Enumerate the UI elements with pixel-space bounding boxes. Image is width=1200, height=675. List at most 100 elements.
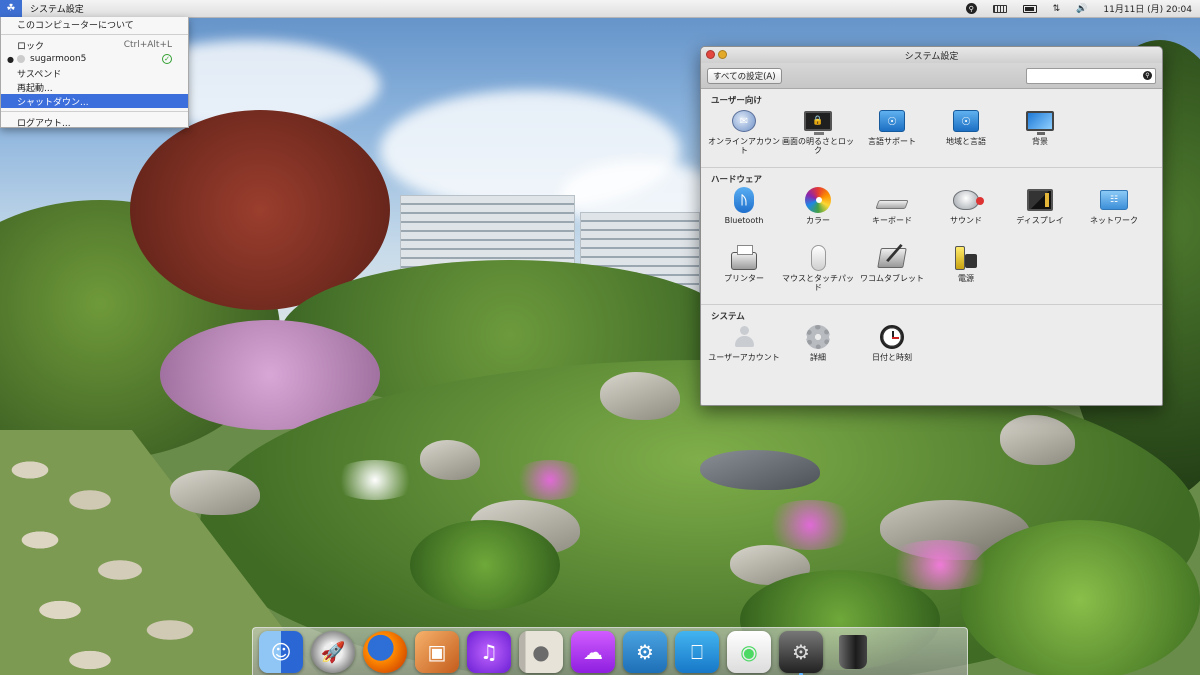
wallpaper-flowers bbox=[510, 460, 590, 500]
wallpaper-rock bbox=[420, 440, 480, 480]
region-language-icon: ☉ bbox=[953, 110, 979, 132]
pane-background[interactable]: 背景 bbox=[1003, 105, 1077, 163]
launchpad-icon: 🚀 bbox=[320, 640, 346, 664]
pane-label: ワコムタブレット bbox=[860, 274, 924, 283]
itunes-icon: ♫ bbox=[480, 640, 498, 664]
menu-item-suspend-label: サスペンド bbox=[17, 69, 62, 80]
status-network[interactable]: ⇅ bbox=[1045, 4, 1069, 14]
icloud-icon: ☁ bbox=[583, 640, 603, 664]
pane-row: ✉ オンラインアカウント 🔒 画面の明るさとロック ☉ 言語サポート ☉ 地域と… bbox=[701, 105, 1162, 163]
finder-icon: ☺ bbox=[270, 640, 292, 664]
menu-item-about-label: このコンピューターについて bbox=[17, 20, 134, 31]
pane-printer[interactable]: プリンター bbox=[707, 242, 781, 300]
status-battery[interactable] bbox=[1015, 4, 1045, 13]
bullet-icon: ● bbox=[7, 54, 14, 64]
dock-cydia[interactable]: ⚙ bbox=[623, 631, 667, 673]
dock-launchpad[interactable]: 🚀 bbox=[311, 631, 355, 673]
menu-item-logout[interactable]: ログアウト... bbox=[1, 115, 188, 129]
wallpaper-fern bbox=[960, 520, 1200, 675]
window-controls bbox=[706, 50, 727, 59]
menu-item-restart-label: 再起動... bbox=[17, 83, 53, 94]
pane-power[interactable]: 電源 bbox=[929, 242, 1003, 300]
dock-trash[interactable] bbox=[831, 631, 875, 673]
pane-keyboard[interactable]: キーボード bbox=[855, 184, 929, 242]
menu-item-shutdown[interactable]: シャットダウン... bbox=[1, 94, 188, 108]
top-menubar: ☘ システム設定 ⚲ ⇅ 🔊 11月11日 (月) 20:04 bbox=[0, 0, 1200, 18]
pane-mouse-touchpad[interactable]: マウスとタッチパッド bbox=[781, 242, 855, 300]
menu-item-logout-label: ログアウト... bbox=[17, 118, 71, 129]
pane-label: キーボード bbox=[872, 216, 912, 225]
menu-item-shutdown-label: シャットダウン... bbox=[17, 97, 89, 108]
status-volume[interactable]: 🔊 bbox=[1068, 4, 1095, 14]
dock-contacts[interactable]: ● bbox=[519, 631, 563, 673]
menu-item-lock-label: ロック bbox=[17, 41, 45, 52]
status-keyboard[interactable] bbox=[985, 4, 1015, 13]
pane-label: 言語サポート bbox=[868, 137, 916, 146]
system-logo-icon: ☘ bbox=[6, 3, 16, 14]
pane-network[interactable]: ☷ ネットワーク bbox=[1077, 184, 1151, 242]
pane-label: ディスプレイ bbox=[1016, 216, 1064, 225]
status-search[interactable]: ⚲ bbox=[958, 3, 985, 14]
user-accounts-icon bbox=[731, 326, 757, 348]
dock-icloud[interactable]: ☁ bbox=[571, 631, 615, 673]
dock-firefox[interactable] bbox=[363, 631, 407, 673]
pane-display[interactable]: ディスプレイ bbox=[1003, 184, 1077, 242]
menu-item-suspend[interactable]: サスペンド bbox=[1, 66, 188, 80]
keyboard-icon bbox=[992, 4, 1007, 13]
system-settings-window: システム設定 すべての設定(A) ⚲ ユーザー向け ✉ オンラインアカウント 🔒… bbox=[700, 46, 1163, 406]
pane-sound[interactable]: サウンド bbox=[929, 184, 1003, 242]
sound-icon bbox=[953, 190, 984, 210]
pane-brightness-lock[interactable]: 🔒 画面の明るさとロック bbox=[781, 105, 855, 163]
section-title-system: システム bbox=[711, 312, 745, 322]
pane-label: 地域と言語 bbox=[946, 137, 986, 146]
search-icon: ⚲ bbox=[1143, 70, 1152, 80]
pane-details[interactable]: 詳細 bbox=[781, 321, 855, 379]
window-titlebar[interactable]: システム設定 bbox=[701, 47, 1162, 63]
dock-toggle-settings[interactable]: ◉ bbox=[727, 631, 771, 673]
dock-itunes[interactable]: ♫ bbox=[467, 631, 511, 673]
pane-row: プリンター マウスとタッチパッド ワコムタブレット 電源 bbox=[701, 242, 1162, 300]
pane-wacom-tablet[interactable]: ワコムタブレット bbox=[855, 242, 929, 300]
wallpaper-flowers bbox=[330, 460, 420, 500]
volume-icon: 🔊 bbox=[1076, 3, 1088, 14]
pane-label: オンラインアカウント bbox=[708, 137, 780, 155]
status-area: ⚲ ⇅ 🔊 11月11日 (月) 20:04 bbox=[958, 0, 1200, 18]
active-app-title[interactable]: システム設定 bbox=[22, 2, 92, 15]
search-icon: ⚲ bbox=[965, 3, 977, 14]
pane-bluetooth[interactable]: ᚢ Bluetooth bbox=[707, 184, 781, 242]
dock-finder[interactable]: ☺ bbox=[259, 631, 303, 673]
lock-shortcut: Ctrl+Alt+L bbox=[123, 40, 172, 50]
pane-label: カラー bbox=[806, 216, 830, 225]
pane-row: ユーザーアカウント 詳細 日付と時刻 bbox=[701, 321, 1162, 379]
pane-label: 背景 bbox=[1032, 137, 1048, 146]
search-input[interactable] bbox=[1026, 67, 1156, 84]
system-menu-button[interactable]: ☘ bbox=[0, 0, 22, 18]
menu-item-user[interactable]: ● sugarmoon5 ✓ bbox=[1, 52, 188, 66]
menu-separator bbox=[1, 34, 188, 35]
menu-item-restart[interactable]: 再起動... bbox=[1, 80, 188, 94]
pane-color[interactable]: カラー bbox=[781, 184, 855, 242]
close-button[interactable] bbox=[706, 50, 715, 59]
trash-icon bbox=[839, 635, 867, 669]
bluetooth-icon: ᚢ bbox=[734, 187, 754, 213]
wallpaper-rock bbox=[700, 450, 820, 490]
dock-desktop[interactable]: ⎕ bbox=[675, 631, 719, 673]
pane-region-language[interactable]: ☉ 地域と言語 bbox=[929, 105, 1003, 163]
status-clock[interactable]: 11月11日 (月) 20:04 bbox=[1095, 2, 1200, 15]
check-icon: ✓ bbox=[162, 54, 172, 64]
menu-item-about[interactable]: このコンピューターについて bbox=[1, 17, 188, 31]
pane-user-accounts[interactable]: ユーザーアカウント bbox=[707, 321, 781, 379]
pane-label: 詳細 bbox=[810, 353, 826, 362]
pane-online-accounts[interactable]: ✉ オンラインアカウント bbox=[707, 105, 781, 163]
printer-icon bbox=[731, 245, 757, 270]
minimize-button[interactable] bbox=[718, 50, 727, 59]
wacom-tablet-icon bbox=[877, 248, 907, 268]
show-all-button[interactable]: すべての設定(A) bbox=[707, 67, 782, 84]
menu-item-lock[interactable]: ロック Ctrl+Alt+L bbox=[1, 38, 188, 52]
user-avatar-icon bbox=[17, 55, 25, 63]
pane-language-support[interactable]: ☉ 言語サポート bbox=[855, 105, 929, 163]
pane-date-time[interactable]: 日付と時刻 bbox=[855, 321, 929, 379]
dock-system-preferences[interactable]: ⚙ bbox=[779, 631, 823, 675]
wallpaper-flowers bbox=[880, 540, 1000, 590]
dock-photos[interactable]: ▣ bbox=[415, 631, 459, 673]
